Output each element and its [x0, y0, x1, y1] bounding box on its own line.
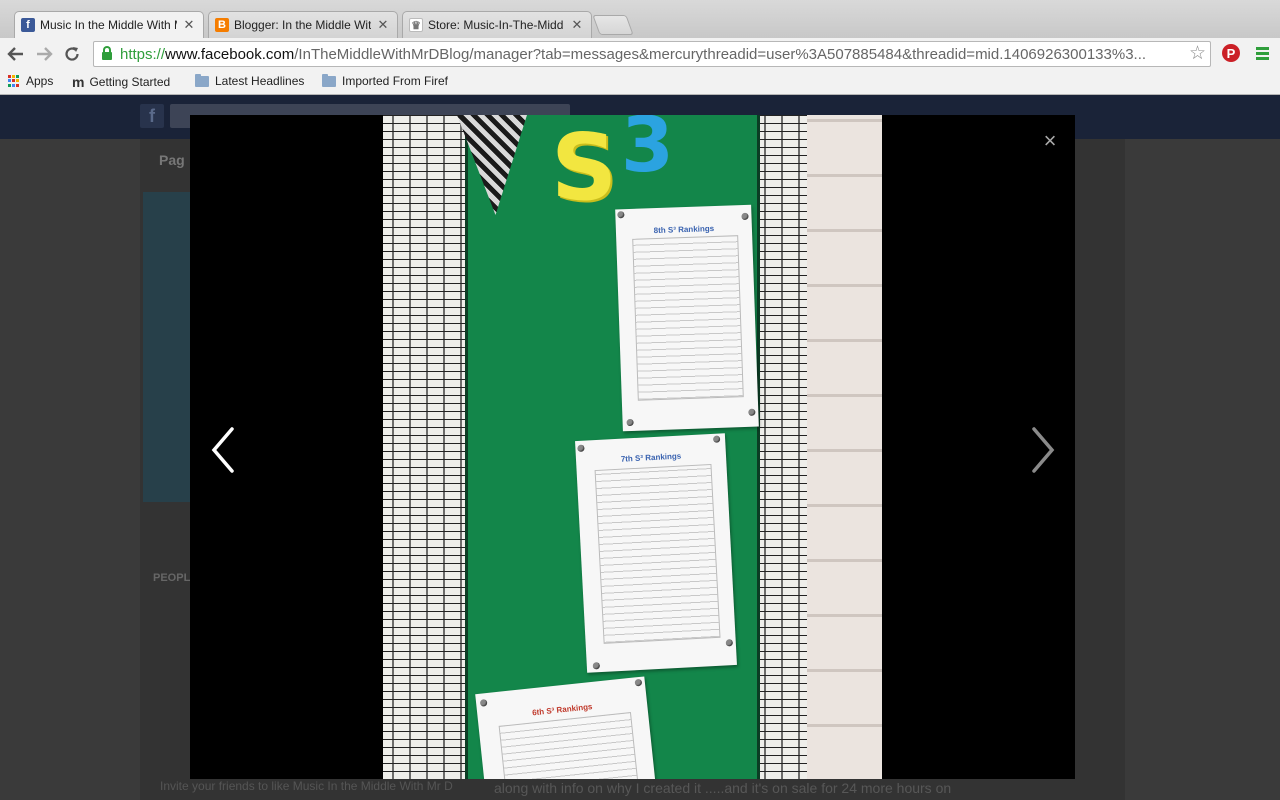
next-photo-arrow-icon[interactable]: [1028, 425, 1058, 475]
toolbar: https://www.facebook.com/InTheMiddleWith…: [0, 38, 1280, 70]
invite-text: Invite your friends to like Music In the…: [160, 779, 453, 793]
tab-close-icon[interactable]: ✕: [571, 17, 583, 33]
bookmark-getting-started[interactable]: m Getting Started: [72, 74, 170, 90]
pinterest-icon[interactable]: P: [1222, 44, 1240, 62]
page-tab: Pag: [159, 152, 185, 168]
pushpin-icon: [592, 662, 600, 670]
sheet-table: [594, 463, 721, 644]
people-heading: PEOPL: [153, 572, 191, 584]
bookmark-latest-headlines[interactable]: Latest Headlines: [195, 73, 305, 88]
bookmark-label: Apps: [26, 74, 54, 88]
back-arrow-icon[interactable]: [5, 43, 27, 65]
lock-icon: [102, 46, 112, 60]
tab-facebook[interactable]: f Music In the Middle With M ✕: [14, 11, 204, 38]
bookmark-label: Imported From Firef: [342, 74, 449, 88]
post-text: along with info on why I created it ....…: [494, 780, 952, 796]
facebook-logo-icon: f: [140, 104, 164, 128]
letter-s: S: [551, 115, 618, 221]
tab-close-icon[interactable]: ✕: [183, 17, 195, 33]
reload-icon[interactable]: [61, 43, 83, 65]
forward-arrow-icon[interactable]: [33, 43, 55, 65]
tab-store[interactable]: ♛ Store: Music-In-The-Midd ✕: [402, 11, 592, 38]
pushpin-icon: [725, 639, 733, 647]
pushpin-icon: [617, 211, 625, 219]
felt-edge-right: [757, 115, 760, 779]
sheet-table: [499, 712, 640, 779]
bookmarks-bar: Apps m Getting Started Latest Headlines …: [0, 70, 1280, 95]
pushpin-icon: [741, 212, 749, 221]
pushpin-icon: [634, 678, 643, 687]
letter-3: 3: [621, 115, 674, 189]
new-tab-button[interactable]: [592, 15, 634, 35]
tab-strip: f Music In the Middle With M ✕ B Blogger…: [0, 0, 1280, 38]
music-fabric-left: [383, 115, 473, 779]
music-fabric-right: [755, 115, 807, 779]
blogger-icon: B: [215, 18, 229, 32]
cover-photo: [143, 192, 193, 502]
url-path: /InTheMiddleWithMrDBlog/manager?tab=mess…: [294, 45, 1147, 63]
url-host: www.facebook.com: [165, 45, 295, 63]
rankings-sheet-6th: 6th S³ Rankings: [475, 676, 657, 779]
address-bar[interactable]: https://www.facebook.com/InTheMiddleWith…: [93, 41, 1211, 67]
bookmark-label: Getting Started: [89, 75, 171, 89]
pushpin-icon: [748, 408, 756, 416]
apps-grid-icon: [8, 75, 20, 87]
rankings-sheet-8th: 8th S³ Rankings: [615, 204, 759, 432]
felt-edge-left: [465, 115, 468, 779]
bookmark-label: Latest Headlines: [215, 74, 305, 88]
previous-photo-arrow-icon[interactable]: [208, 425, 238, 475]
rankings-sheet-7th: 7th S³ Rankings: [575, 433, 737, 673]
tab-title: Music In the Middle With M: [40, 18, 177, 32]
pushpin-icon: [712, 435, 721, 443]
bookmark-imported[interactable]: Imported From Firef: [322, 73, 449, 88]
close-viewer-button[interactable]: ×: [1040, 130, 1060, 152]
folder-icon: [322, 73, 336, 87]
store-icon: ♛: [409, 18, 423, 32]
pushpin-icon: [577, 444, 585, 452]
pushpin-icon: [479, 699, 488, 707]
folder-icon: [195, 73, 209, 87]
m-icon: m: [72, 74, 85, 90]
tab-title: Blogger: In the Middle With: [234, 18, 371, 32]
tab-close-icon[interactable]: ✕: [377, 17, 389, 33]
chrome-menu-icon[interactable]: [1256, 47, 1269, 62]
bookmark-apps[interactable]: Apps: [8, 74, 53, 88]
pushpin-icon: [626, 418, 634, 427]
tab-title: Store: Music-In-The-Midd: [428, 18, 564, 32]
bookmark-star-icon[interactable]: ☆: [1189, 42, 1206, 65]
facebook-icon: f: [21, 18, 35, 32]
url-scheme: https://: [120, 45, 166, 63]
photo: S 3 8th S³ Rankings 7th S³ Rankings 6th …: [383, 115, 882, 779]
sheet-table: [632, 235, 745, 401]
tab-blogger[interactable]: B Blogger: In the Middle With ✕: [208, 11, 398, 38]
